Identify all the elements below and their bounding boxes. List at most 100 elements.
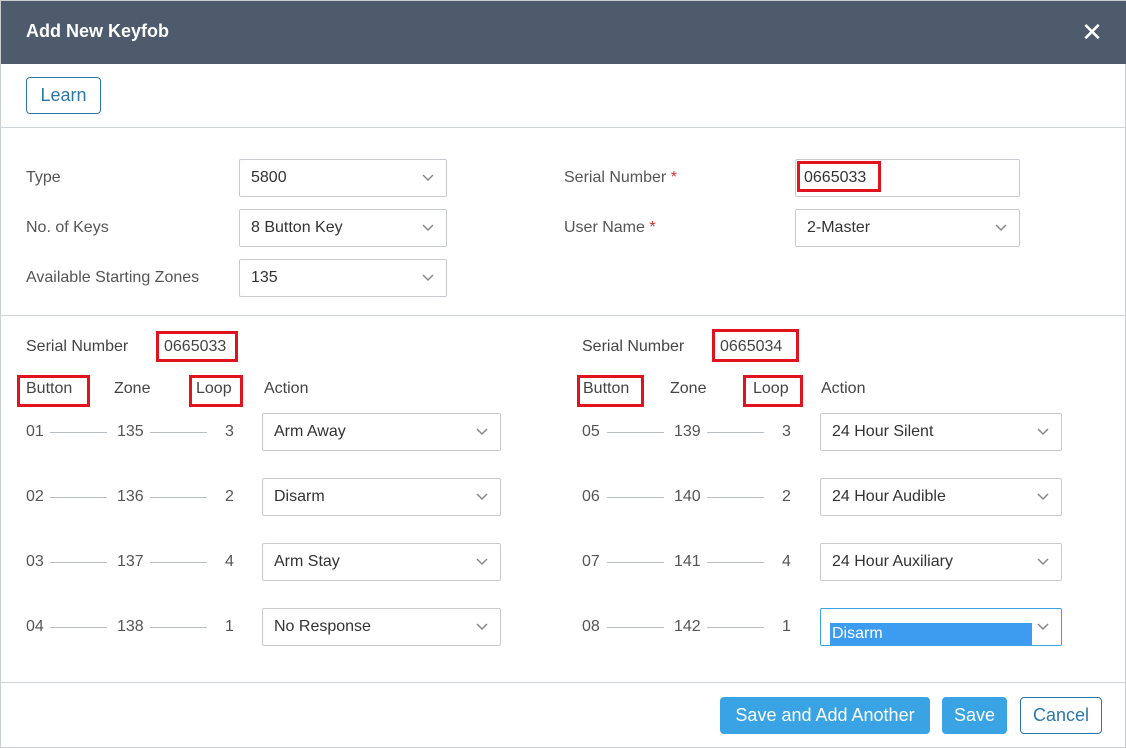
save-button[interactable]: Save [942,697,1007,734]
loop-number: 1 [225,618,234,635]
chevron-down-icon [1037,623,1049,631]
type-label: Type [26,169,61,186]
divider [707,432,764,433]
loop-number: 3 [225,423,234,440]
chevron-down-icon [1037,558,1049,566]
divider [150,627,207,628]
user-name-select[interactable]: 2-Master [795,209,1020,247]
zones-value: 135 [251,269,278,286]
loop-number: 2 [225,488,234,505]
save-and-add-another-button[interactable]: Save and Add Another [720,697,930,734]
divider [1,682,1126,683]
divider [607,627,664,628]
zone-number: 141 [674,553,701,570]
type-value: 5800 [251,169,287,186]
action-select[interactable]: 24 Hour Audible [820,478,1062,516]
loop-number: 2 [782,488,791,505]
zone-number: 140 [674,488,701,505]
chevron-down-icon [476,558,488,566]
chevron-down-icon [422,224,434,232]
button-number: 01 [26,423,44,440]
chevron-down-icon [1037,493,1049,501]
right-serial-label: Serial Number [582,338,685,355]
left-col-zone: Zone [114,380,151,397]
divider [607,497,664,498]
action-value: Disarm [830,616,1032,652]
highlight-box [712,329,799,362]
left-serial-label: Serial Number [26,338,129,355]
serial-number-label: Serial Number * [564,169,677,186]
highlight-box [797,161,881,192]
zones-select[interactable]: 135 [239,259,447,297]
left-col-action: Action [264,380,309,397]
zone-number: 137 [117,553,144,570]
keys-label: No. of Keys [26,219,109,236]
chevron-down-icon [476,493,488,501]
chevron-down-icon [995,224,1007,232]
zone-number: 138 [117,618,144,635]
cancel-button[interactable]: Cancel [1020,697,1102,734]
button-number: 04 [26,618,44,635]
divider [1,315,1126,316]
divider [150,432,207,433]
keys-value: 8 Button Key [251,219,343,236]
chevron-down-icon [476,623,488,631]
chevron-down-icon [422,274,434,282]
dialog-title: Add New Keyfob [26,21,170,41]
zones-label: Available Starting Zones [26,269,200,286]
button-number: 02 [26,488,44,505]
action-select[interactable]: Disarm [262,478,501,516]
highlight-box [17,375,90,407]
button-number: 07 [582,553,600,570]
divider [607,562,664,563]
zone-number: 142 [674,618,701,635]
chevron-down-icon [422,174,434,182]
divider [50,497,107,498]
divider [707,627,764,628]
chevron-down-icon [476,428,488,436]
dialog-header: Add New Keyfob ✕ [1,1,1126,64]
divider [150,562,207,563]
action-select[interactable]: Arm Away [262,413,501,451]
add-keyfob-dialog: Add New Keyfob ✕ Learn Type 5800 No. of … [0,0,1126,748]
action-select[interactable]: Arm Stay [262,543,501,581]
right-col-action: Action [821,380,866,397]
action-select[interactable]: 24 Hour Silent [820,413,1062,451]
highlight-box [189,375,243,407]
close-icon[interactable]: ✕ [1077,17,1107,47]
highlight-box [577,375,644,407]
loop-number: 4 [782,553,791,570]
loop-number: 4 [225,553,234,570]
zone-number: 135 [117,423,144,440]
divider [50,432,107,433]
divider [707,562,764,563]
button-number: 05 [582,423,600,440]
user-name-value: 2-Master [807,219,871,236]
keys-select[interactable]: 8 Button Key [239,209,447,247]
highlight-box [743,375,803,407]
type-select[interactable]: 5800 [239,159,447,197]
learn-button[interactable]: Learn [26,77,101,114]
action-value: 24 Hour Audible [832,488,946,505]
action-select[interactable]: 24 Hour Auxiliary [820,543,1062,581]
action-select[interactable]: No Response [262,608,501,646]
loop-number: 1 [782,618,791,635]
action-value: 24 Hour Auxiliary [832,553,953,570]
chevron-down-icon [1037,428,1049,436]
loop-number: 3 [782,423,791,440]
divider [150,497,207,498]
action-value: 24 Hour Silent [832,423,934,440]
right-col-zone: Zone [670,380,707,397]
button-number: 08 [582,618,600,635]
highlight-box [156,331,238,362]
divider [607,432,664,433]
user-name-label: User Name * [564,219,656,236]
action-select[interactable]: Disarm [820,608,1062,646]
zone-number: 136 [117,488,144,505]
action-value: No Response [274,618,371,635]
action-value: Disarm [274,488,325,505]
button-number: 06 [582,488,600,505]
divider [707,497,764,498]
action-value: Arm Stay [274,553,340,570]
divider [50,562,107,563]
